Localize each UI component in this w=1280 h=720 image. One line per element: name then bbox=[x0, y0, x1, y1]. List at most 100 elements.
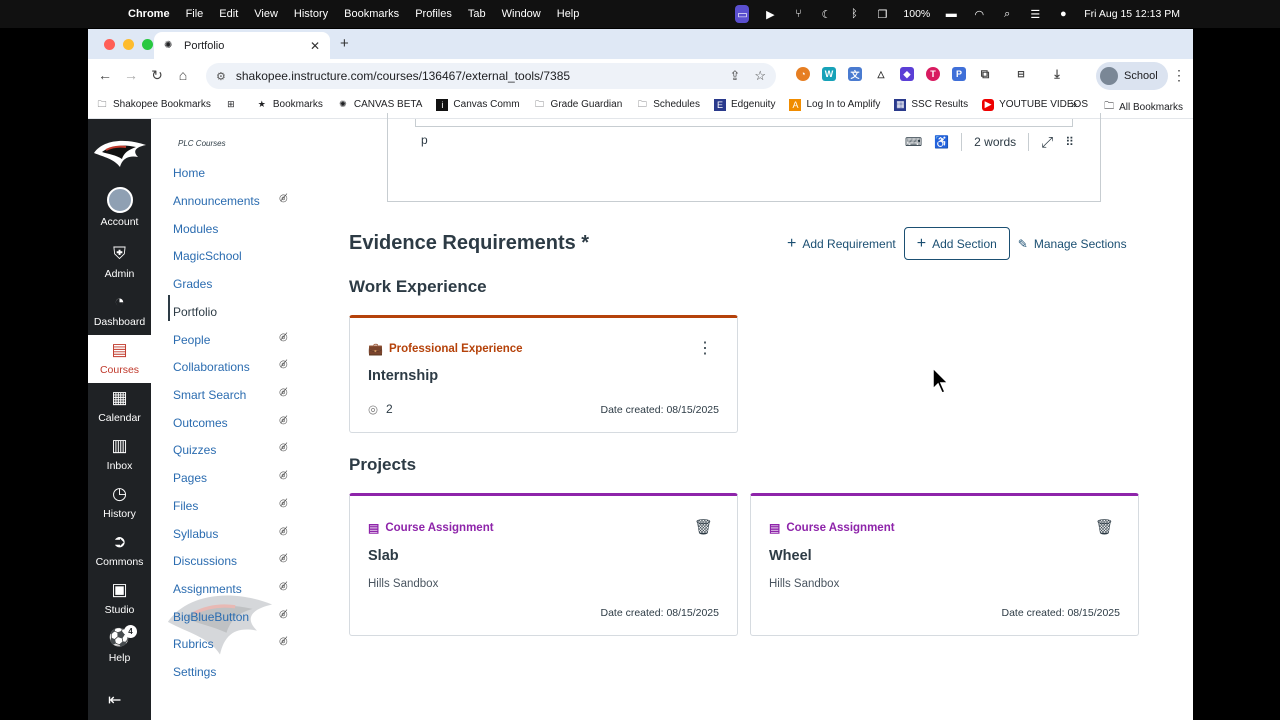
bookmark-ssc-results[interactable]: ▦ SSC Results bbox=[894, 98, 968, 111]
play-icon[interactable]: ▶ bbox=[763, 8, 777, 21]
close-window-button[interactable] bbox=[104, 38, 115, 50]
url-text[interactable]: shakopee.instructure.com/courses/136467/… bbox=[236, 69, 570, 83]
extension-orange-icon[interactable]: ◔ bbox=[796, 67, 810, 81]
puzzle-icon[interactable]: ⧉ bbox=[978, 67, 992, 81]
course-nav-outcomes[interactable]: Outcomes bbox=[173, 416, 293, 430]
extension-purple-icon[interactable]: ◆ bbox=[900, 67, 914, 81]
menu-help[interactable]: Help bbox=[557, 8, 580, 20]
control-center-icon[interactable]: ☰ bbox=[1028, 8, 1042, 21]
accessibility-icon[interactable]: ♿ bbox=[934, 135, 949, 149]
screen-record-icon[interactable]: ▭ bbox=[735, 5, 750, 23]
drive-icon[interactable]: △ bbox=[874, 67, 888, 81]
collapse-nav-icon[interactable]: ⇤ bbox=[108, 690, 121, 710]
bookmark-canvas-comm[interactable]: i Canvas Comm bbox=[436, 98, 520, 111]
search-icon[interactable]: ⌕ bbox=[1000, 8, 1014, 20]
siri-icon[interactable]: ● bbox=[1056, 8, 1070, 20]
course-nav-magicschool[interactable]: MagicSchool bbox=[173, 249, 293, 263]
add-requirement-button[interactable]: + Add Requirement bbox=[787, 235, 896, 253]
nav-calendar[interactable]: ▦ Calendar bbox=[88, 387, 151, 435]
nav-studio[interactable]: ▣ Studio bbox=[88, 579, 151, 627]
manage-sections-button[interactable]: ✎ Manage Sections bbox=[1018, 237, 1127, 251]
fork-icon[interactable]: ⑂ bbox=[791, 8, 805, 20]
bookmark-grade-guardian[interactable]: 🗀 Grade Guardian bbox=[534, 99, 622, 111]
nav-commons[interactable]: ➲ Commons bbox=[88, 531, 151, 579]
course-nav-smart-search[interactable]: Smart Search bbox=[173, 388, 293, 402]
maximize-window-button[interactable] bbox=[142, 38, 153, 50]
bookmark-star-icon[interactable]: ☆ bbox=[754, 68, 766, 84]
course-nav-quizzes[interactable]: Quizzes bbox=[173, 443, 293, 457]
keyboard-icon[interactable]: ⌨ bbox=[905, 135, 922, 149]
trash-icon[interactable]: 🗑 bbox=[694, 518, 713, 536]
course-nav-syllabus[interactable]: Syllabus bbox=[173, 527, 293, 541]
course-nav-discussions[interactable]: Discussions bbox=[173, 554, 293, 568]
address-bar[interactable]: ⚙ shakopee.instructure.com/courses/13646… bbox=[206, 63, 776, 89]
nav-courses[interactable]: ▤ Courses bbox=[88, 335, 151, 383]
bookmark-edgenuity[interactable]: E Edgenuity bbox=[713, 98, 775, 111]
bookmark-shakopee[interactable]: 🗀 Shakopee Bookmarks bbox=[96, 99, 210, 111]
nav-account[interactable]: Account bbox=[88, 187, 151, 235]
school-logo[interactable] bbox=[92, 135, 148, 171]
battery-icon[interactable]: ▬ bbox=[944, 8, 958, 20]
bookmark-bookmarks[interactable]: ★ Bookmarks bbox=[256, 99, 323, 111]
menu-view[interactable]: View bbox=[254, 8, 278, 20]
menu-tab[interactable]: Tab bbox=[468, 8, 486, 20]
wifi-icon[interactable]: ◠ bbox=[972, 8, 986, 21]
nav-help[interactable]: ⚽ 4 Help bbox=[88, 625, 151, 675]
minimize-window-button[interactable] bbox=[123, 38, 134, 50]
fullscreen-icon[interactable]: ⤢ bbox=[1041, 134, 1053, 151]
nav-dashboard[interactable]: ◔ Dashboard bbox=[88, 291, 151, 339]
rich-text-editor[interactable]: p ⌨ ♿ 2 words ⤢ ⠿ bbox=[387, 113, 1101, 202]
bookmark-amplify[interactable]: A Log In to Amplify bbox=[789, 98, 880, 111]
requirement-card-wheel[interactable]: ▤ Course Assignment 🗑 Wheel Hills Sandbox… bbox=[750, 493, 1139, 636]
all-bookmarks[interactable]: 🗀 All Bookmarks bbox=[1104, 99, 1183, 116]
menu-file[interactable]: File bbox=[186, 8, 204, 20]
requirement-card-internship[interactable]: 💼 Professional Experience ⋮ Internship ◎ … bbox=[349, 315, 738, 433]
course-nav-people[interactable]: People bbox=[173, 333, 293, 347]
install-app-icon[interactable]: ⇪ bbox=[729, 68, 740, 84]
course-nav-grades[interactable]: Grades bbox=[173, 277, 293, 291]
course-nav-portfolio[interactable]: Portfolio bbox=[173, 305, 293, 319]
site-info-icon[interactable]: ⚙ bbox=[216, 70, 226, 83]
reload-icon[interactable]: ↻ bbox=[144, 67, 170, 84]
add-section-button[interactable]: + Add Section bbox=[903, 227, 1010, 260]
trash-icon[interactable]: 🗑 bbox=[1095, 518, 1114, 536]
resize-handle-icon[interactable]: ⠿ bbox=[1065, 135, 1074, 149]
apps-grid[interactable]: ⊞ bbox=[225, 99, 242, 111]
bluetooth-icon[interactable]: ᛒ bbox=[847, 8, 861, 20]
menu-history[interactable]: History bbox=[294, 8, 328, 20]
download-icon[interactable]: ⤓ bbox=[1050, 67, 1064, 81]
pdf-icon[interactable]: P bbox=[952, 67, 966, 81]
more-bookmarks-icon[interactable]: » bbox=[1070, 97, 1077, 111]
course-nav-pages[interactable]: Pages bbox=[173, 471, 293, 485]
editor-area[interactable] bbox=[415, 119, 1073, 127]
menu-profiles[interactable]: Profiles bbox=[415, 8, 452, 20]
new-tab-icon[interactable]: + bbox=[340, 35, 349, 52]
moon-icon[interactable]: ☾ bbox=[819, 8, 833, 21]
course-nav-collaborations[interactable]: Collaborations bbox=[173, 360, 293, 374]
close-tab-icon[interactable]: ✕ bbox=[310, 39, 320, 53]
bookmark-canvas-beta[interactable]: ✺ CANVAS BETA bbox=[337, 99, 422, 111]
course-nav-announcements[interactable]: Announcements bbox=[173, 194, 293, 208]
course-nav-bigbluebutton[interactable]: BigBlueButton bbox=[173, 610, 293, 624]
menu-app-name[interactable]: Chrome bbox=[128, 8, 170, 20]
more-menu-icon[interactable]: ⋮ bbox=[1172, 67, 1186, 84]
nav-inbox[interactable]: ▥ Inbox bbox=[88, 435, 151, 483]
profile-button[interactable]: School bbox=[1096, 62, 1168, 90]
forward-icon[interactable]: → bbox=[118, 67, 144, 83]
course-nav-files[interactable]: Files bbox=[173, 499, 293, 513]
nav-history[interactable]: ◷ History bbox=[88, 483, 151, 531]
bookmark-schedules[interactable]: 🗀 Schedules bbox=[636, 99, 700, 111]
window-icon[interactable]: ❐ bbox=[875, 8, 889, 21]
clock[interactable]: Fri Aug 15 12:13 PM bbox=[1084, 8, 1180, 20]
menu-bookmarks[interactable]: Bookmarks bbox=[344, 8, 399, 20]
extension-t-icon[interactable]: T bbox=[926, 67, 940, 81]
tab-search-icon[interactable]: ⊟ bbox=[1014, 67, 1028, 81]
translate-icon[interactable]: 文 bbox=[848, 67, 862, 81]
course-nav-home[interactable]: Home bbox=[173, 166, 293, 180]
kebab-menu-icon[interactable]: ⋮ bbox=[697, 338, 713, 358]
menu-edit[interactable]: Edit bbox=[219, 8, 238, 20]
course-nav-rubrics[interactable]: Rubrics bbox=[173, 637, 293, 651]
word-count[interactable]: 2 words bbox=[974, 135, 1016, 149]
tab-portfolio[interactable]: ✺ Portfolio ✕ bbox=[154, 32, 330, 59]
requirement-card-slab[interactable]: ▤ Course Assignment 🗑 Slab Hills Sandbox … bbox=[349, 493, 738, 636]
